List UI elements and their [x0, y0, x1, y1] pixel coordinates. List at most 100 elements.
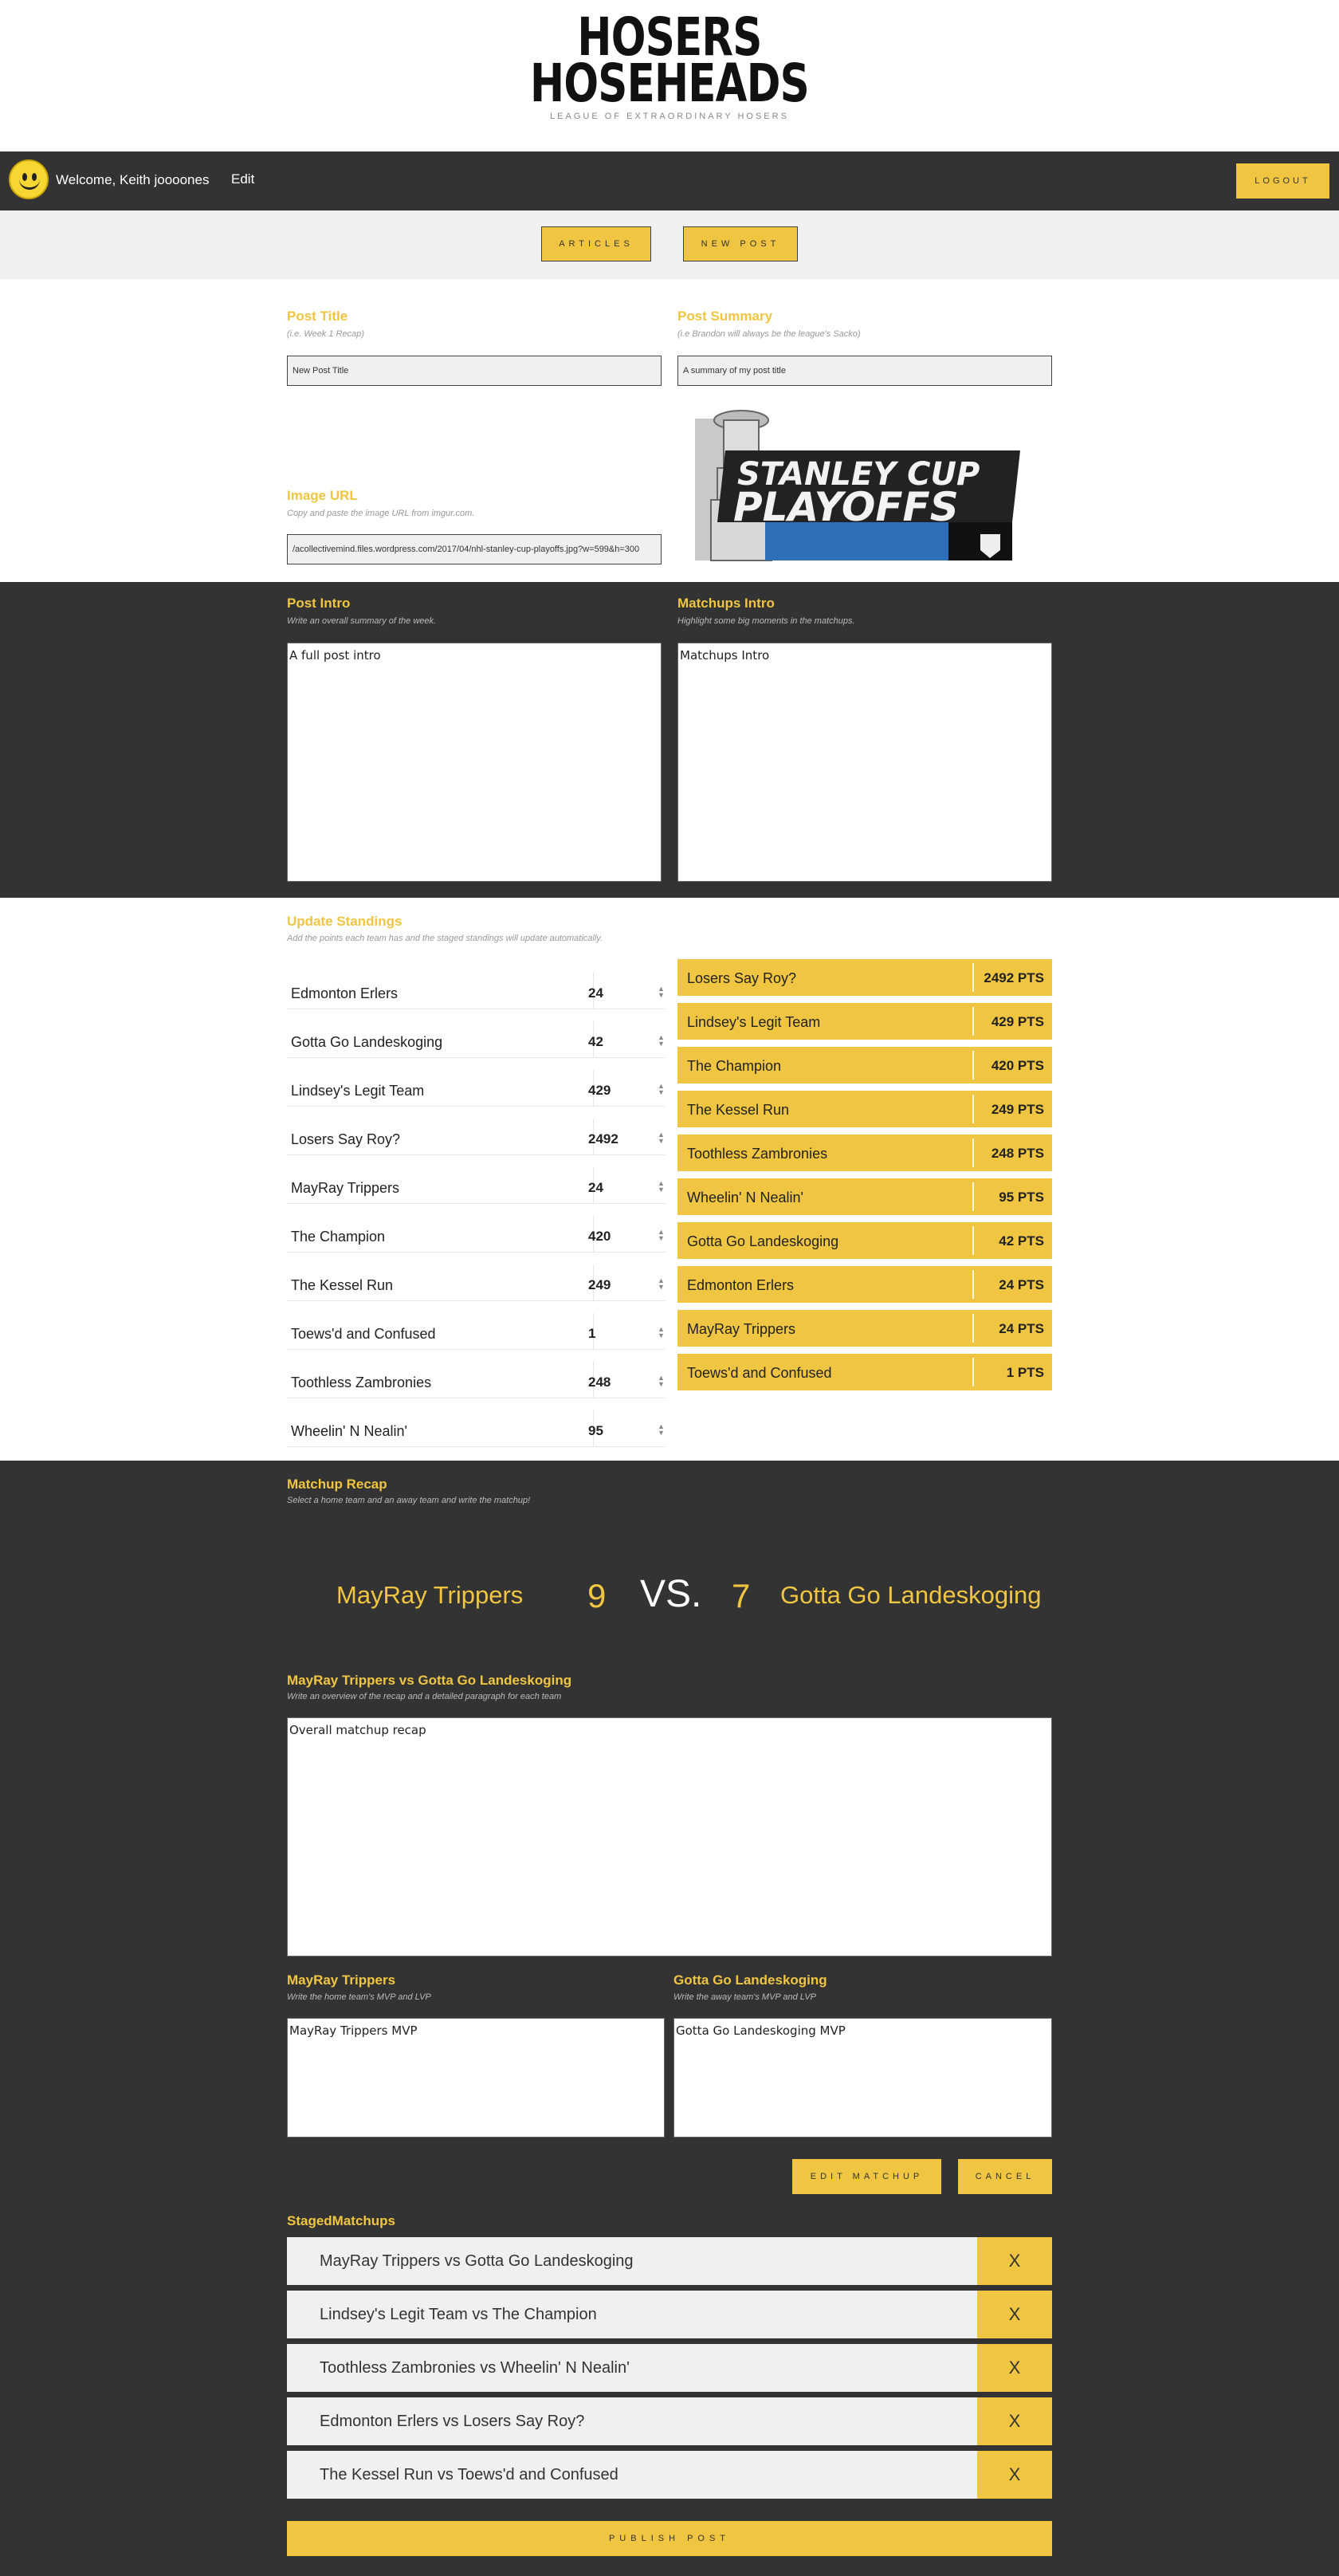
staged-standing-row: Wheelin' N Nealin' 95 PTS — [677, 1178, 1052, 1215]
team-points: 2492 PTS — [984, 970, 1044, 985]
post-title-hint: (i.e. Week 1 Recap) — [287, 329, 365, 339]
post-intro-textarea[interactable]: A full post intro — [287, 643, 662, 882]
edit-matchup-button[interactable]: EDIT MATCHUP — [792, 2159, 941, 2194]
team-name: Toews'd and Confused — [291, 1326, 436, 1342]
new-post-button[interactable]: NEW POST — [683, 226, 798, 262]
staged-matchup-label: MayRay Trippers vs Gotta Go Landeskoging — [320, 2252, 634, 2270]
team-name: Gotta Go Landeskoging — [687, 1233, 839, 1249]
away-team-select[interactable]: Gotta Go Landeskoging — [780, 1581, 1041, 1610]
staged-matchup-row[interactable]: The Kessel Run vs Toews'd and Confused X — [287, 2451, 1052, 2499]
points-input[interactable]: 2492 — [588, 1131, 618, 1147]
staged-matchup-label: Toothless Zambronies vs Wheelin' N Neali… — [320, 2359, 630, 2377]
staged-standing-row: Gotta Go Landeskoging 42 PTS — [677, 1222, 1052, 1259]
standings-input-row: The Champion 420 ▲ ▼ — [287, 1216, 666, 1253]
recap-hint: Write an overview of the recap and a det… — [287, 1692, 562, 1701]
away-mvp-textarea[interactable]: Gotta Go Landeskoging MVP — [673, 2018, 1052, 2137]
team-points: 95 PTS — [999, 1190, 1044, 1205]
site-logo[interactable]: HOSERS HOSEHEADS LEAGUE OF EXTRAORDINARY… — [0, 0, 1339, 151]
matchups-intro-textarea[interactable]: Matchups Intro — [677, 643, 1052, 882]
points-input[interactable]: 420 — [588, 1229, 611, 1245]
home-team-hint: Write the home team's MVP and LVP — [287, 1992, 431, 2002]
image-url-input[interactable]: /acollectivemind.files.wordpress.com/201… — [287, 534, 662, 564]
standings-hint: Add the points each team has and the sta… — [287, 934, 603, 943]
points-input[interactable]: 95 — [588, 1423, 603, 1439]
staged-matchup-row[interactable]: Edmonton Erlers vs Losers Say Roy? X — [287, 2397, 1052, 2445]
image-text-bottom: PLAYOFFS — [733, 484, 959, 530]
team-name: Losers Say Roy? — [687, 970, 797, 986]
points-input[interactable]: 42 — [588, 1034, 603, 1050]
remove-matchup-button[interactable]: X — [977, 2344, 1052, 2392]
recap-textarea[interactable]: Overall matchup recap — [287, 1717, 1052, 1957]
staged-matchup-row[interactable]: Toothless Zambronies vs Wheelin' N Neali… — [287, 2344, 1052, 2392]
post-title-input[interactable]: New Post Title — [287, 356, 662, 386]
matchup-recap-label: Matchup Recap — [287, 1477, 387, 1492]
team-name: Edmonton Erlers — [687, 1277, 795, 1293]
standings-input-row: Edmonton Erlers 24 ▲ ▼ — [287, 973, 666, 1009]
standings-input-row: Toothless Zambronies 248 ▲ ▼ — [287, 1362, 666, 1398]
top-nav-bar: Welcome, Keith joooones Edit LOGOUT — [0, 151, 1339, 210]
stepper-icon[interactable]: ▲ ▼ — [658, 1423, 665, 1437]
staged-matchups-label: StagedMatchups — [287, 2213, 396, 2228]
stepper-icon[interactable]: ▲ ▼ — [658, 1083, 665, 1096]
team-points: 24 PTS — [999, 1321, 1044, 1336]
staged-standing-row: Toews'd and Confused 1 PTS — [677, 1354, 1052, 1390]
points-input[interactable]: 24 — [588, 1180, 603, 1196]
recap-title: MayRay Trippers vs Gotta Go Landeskoging — [287, 1673, 572, 1688]
standings-input-row: Losers Say Roy? 2492 ▲ ▼ — [287, 1119, 666, 1155]
post-image-preview: STANLEY CUP PLAYOFFS — [695, 410, 1020, 561]
remove-matchup-button[interactable]: X — [977, 2291, 1052, 2338]
team-points: 429 PTS — [991, 1014, 1044, 1029]
stepper-icon[interactable]: ▲ ▼ — [658, 1277, 665, 1291]
staged-standing-row: The Kessel Run 249 PTS — [677, 1091, 1052, 1127]
standings-input-row: Lindsey's Legit Team 429 ▲ ▼ — [287, 1070, 666, 1107]
remove-matchup-button[interactable]: X — [977, 2397, 1052, 2445]
team-name: The Kessel Run — [291, 1277, 394, 1293]
intro-section — [0, 582, 1339, 898]
stepper-icon[interactable]: ▲ ▼ — [658, 985, 665, 999]
articles-button[interactable]: ARTICLES — [541, 226, 651, 262]
cancel-button[interactable]: CANCEL — [958, 2159, 1052, 2194]
matchups-intro-hint: Highlight some big moments in the matchu… — [677, 616, 855, 626]
smiley-avatar-icon — [9, 159, 49, 199]
points-input[interactable]: 249 — [588, 1277, 611, 1293]
team-name: Lindsey's Legit Team — [291, 1083, 425, 1099]
remove-matchup-button[interactable]: X — [977, 2237, 1052, 2285]
stepper-icon[interactable]: ▲ ▼ — [658, 1375, 665, 1388]
home-team-select[interactable]: MayRay Trippers — [336, 1581, 523, 1610]
stepper-icon[interactable]: ▲ ▼ — [658, 1180, 665, 1194]
welcome-text: Welcome, Keith joooones — [56, 172, 210, 187]
staged-matchup-row[interactable]: MayRay Trippers vs Gotta Go Landeskoging… — [287, 2237, 1052, 2285]
points-input[interactable]: 248 — [588, 1375, 611, 1390]
home-score: 9 — [587, 1577, 607, 1614]
edit-profile-link[interactable]: Edit — [231, 171, 254, 187]
team-name: Lindsey's Legit Team — [687, 1014, 821, 1030]
team-name: MayRay Trippers — [291, 1180, 400, 1196]
stepper-icon[interactable]: ▲ ▼ — [658, 1034, 665, 1048]
home-mvp-textarea[interactable]: MayRay Trippers MVP — [287, 2018, 665, 2137]
stepper-icon[interactable]: ▲ ▼ — [658, 1326, 665, 1339]
logo-tagline: LEAGUE OF EXTRAORDINARY HOSERS — [550, 112, 789, 121]
logout-button[interactable]: LOGOUT — [1236, 163, 1329, 199]
staged-matchup-label: The Kessel Run vs Toews'd and Confused — [320, 2466, 618, 2484]
post-intro-hint: Write an overall summary of the week. — [287, 616, 437, 626]
image-url-label: Image URL — [287, 488, 358, 503]
publish-post-button[interactable]: PUBLISH POST — [287, 2521, 1052, 2556]
stepper-icon[interactable]: ▲ ▼ — [658, 1131, 665, 1145]
stepper-icon[interactable]: ▲ ▼ — [658, 1229, 665, 1242]
image-url-hint: Copy and paste the image URL from imgur.… — [287, 509, 475, 518]
home-team-label: MayRay Trippers — [287, 1972, 396, 1988]
team-name: Toews'd and Confused — [687, 1365, 832, 1381]
staged-matchup-row[interactable]: Lindsey's Legit Team vs The Champion X — [287, 2291, 1052, 2338]
team-name: Toothless Zambronies — [687, 1146, 828, 1162]
staged-matchup-label: Lindsey's Legit Team vs The Champion — [320, 2306, 597, 2323]
post-summary-input[interactable]: A summary of my post title — [677, 356, 1052, 386]
remove-matchup-button[interactable]: X — [977, 2451, 1052, 2499]
points-input[interactable]: 429 — [588, 1083, 611, 1099]
points-input[interactable]: 24 — [588, 985, 603, 1001]
staged-standing-row: Toothless Zambronies 248 PTS — [677, 1135, 1052, 1171]
logo-line-2: HOSEHEADS — [530, 53, 810, 114]
staged-standing-row: Lindsey's Legit Team 429 PTS — [677, 1003, 1052, 1040]
team-name: Gotta Go Landeskoging — [291, 1034, 443, 1050]
points-input[interactable]: 1 — [588, 1326, 595, 1342]
matchups-intro-label: Matchups Intro — [677, 596, 775, 611]
